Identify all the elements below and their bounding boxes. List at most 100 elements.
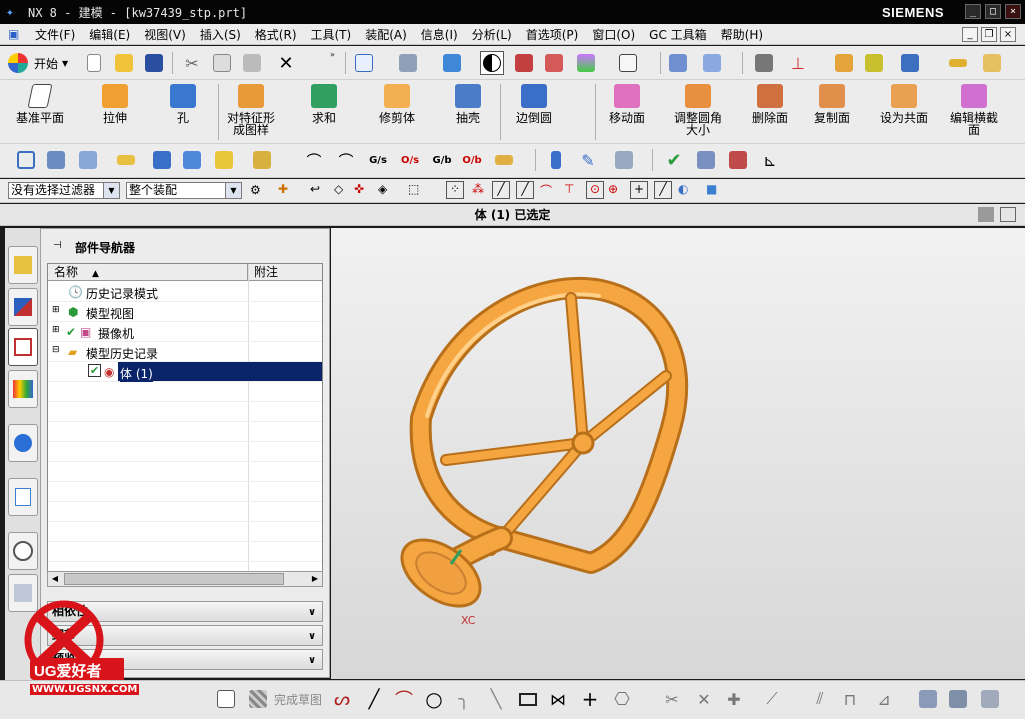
table-icon[interactable]: [212, 148, 236, 172]
chevron-down-icon[interactable]: ∨: [304, 651, 320, 668]
draft-icon[interactable]: [980, 51, 1004, 75]
hammer-icon[interactable]: [150, 148, 174, 172]
pan-icon[interactable]: [396, 51, 420, 75]
circle-icon[interactable]: ○: [422, 687, 446, 711]
reuse-library-tab[interactable]: [8, 370, 38, 408]
snap-intersection-icon[interactable]: ⊤: [564, 182, 574, 196]
menu-file[interactable]: 文件(F): [28, 26, 82, 43]
expression-icon[interactable]: [250, 148, 274, 172]
snap-point-on-curve-icon[interactable]: +: [630, 181, 648, 199]
snap-bounded-icon[interactable]: ╱: [654, 181, 672, 199]
pin-icon[interactable]: ⊣: [53, 240, 62, 251]
move-face-button[interactable]: 移动面: [605, 84, 649, 124]
feature-edit-icon[interactable]: [180, 148, 204, 172]
fit-view-icon[interactable]: [352, 51, 376, 75]
doc-restore-button[interactable]: ❐: [981, 27, 997, 42]
profile-icon[interactable]: ᔕ: [330, 687, 354, 711]
tool-icon[interactable]: [612, 148, 636, 172]
graphics-window[interactable]: XC: [331, 228, 1025, 679]
edit-section-button[interactable]: 编辑横截面: [946, 84, 1002, 136]
rectangle-icon[interactable]: [516, 687, 540, 711]
menu-gc-toolbox[interactable]: GC 工具箱: [642, 26, 714, 43]
menu-help[interactable]: 帮助(H): [714, 26, 770, 43]
mirror-icon[interactable]: ⟋: [760, 687, 784, 711]
pattern-feature-button[interactable]: 对特征形成图样: [222, 84, 280, 136]
axis-icon[interactable]: ⊾: [758, 148, 782, 172]
stack-icon[interactable]: [76, 148, 100, 172]
delete-face-button[interactable]: 删除面: [748, 84, 792, 124]
snap-icon[interactable]: [832, 51, 856, 75]
box-select-icon[interactable]: ⬚: [408, 182, 419, 196]
expand-icon[interactable]: ⊞: [52, 305, 60, 315]
assembly-nav-icon[interactable]: [14, 148, 38, 172]
background-icon[interactable]: [616, 51, 640, 75]
tree-row-model-views[interactable]: ⊞ ⬢ 模型视图: [48, 302, 322, 322]
menu-analysis[interactable]: 分析(L): [465, 26, 519, 43]
app-menu-icon[interactable]: ▣: [0, 27, 28, 41]
snap-surface-icon[interactable]: ◐: [678, 182, 688, 196]
corner-icon[interactable]: ✚: [722, 687, 746, 711]
make-coplanar-button[interactable]: 设为共面: [876, 84, 932, 124]
pencil-icon[interactable]: ✎: [576, 148, 600, 172]
save-icon[interactable]: [142, 51, 166, 75]
deviation-icon[interactable]: [492, 148, 516, 172]
paste-icon[interactable]: [240, 51, 264, 75]
route-icon[interactable]: [898, 51, 922, 75]
hd3d-tools-tab[interactable]: [8, 424, 38, 462]
menu-window[interactable]: 窗口(O): [585, 26, 642, 43]
snap-line-icon[interactable]: ╱: [492, 181, 510, 199]
render-style-icon[interactable]: [480, 51, 504, 75]
constraint-icon[interactable]: ⫽: [808, 687, 832, 711]
dimension-icon[interactable]: ⊓: [838, 687, 862, 711]
fullscreen-icon[interactable]: [1000, 207, 1016, 222]
column-header-notes[interactable]: 附注: [249, 264, 322, 281]
resize-blend-button[interactable]: 调整圆角大小: [672, 84, 724, 136]
menu-insert[interactable]: 插入(S): [193, 26, 248, 43]
hole-button[interactable]: 孔: [163, 84, 203, 124]
shell-button[interactable]: 抽壳: [448, 84, 488, 124]
assembly-scope-combo[interactable]: 整个装配 ▼: [126, 182, 242, 199]
scroll-left-icon[interactable]: ◀: [48, 572, 62, 586]
minimize-button[interactable]: _: [965, 4, 981, 19]
tag-icon[interactable]: [114, 148, 138, 172]
copy-face-button[interactable]: 复制面: [810, 84, 854, 124]
chevron-down-icon[interactable]: ∨: [304, 627, 320, 644]
sketch-view-icon[interactable]: [978, 687, 1002, 711]
structure-icon[interactable]: [694, 148, 718, 172]
part-navigator-tab[interactable]: [8, 328, 38, 366]
chamfer-icon[interactable]: ╲: [484, 687, 508, 711]
fillet-icon[interactable]: ╮: [452, 687, 476, 711]
sketch-settings-icon[interactable]: [916, 687, 940, 711]
layer-move-icon[interactable]: [666, 51, 690, 75]
start-button[interactable]: 开始 ▼: [8, 51, 78, 75]
model-body[interactable]: [331, 228, 1025, 679]
undo-select-icon[interactable]: ↩: [310, 182, 320, 196]
constraint-navigator-tab[interactable]: [8, 288, 38, 326]
snap-endpoint-icon[interactable]: ⁘: [446, 181, 464, 199]
extrude-button[interactable]: 拉伸: [92, 84, 138, 124]
cut-icon[interactable]: ✂: [180, 51, 204, 75]
ruler-icon[interactable]: [946, 51, 970, 75]
menu-tools[interactable]: 工具(T): [304, 26, 359, 43]
wcs-icon[interactable]: [752, 51, 776, 75]
status-icon[interactable]: [978, 207, 994, 222]
offset-icon[interactable]: ⎔: [610, 687, 634, 711]
close-button[interactable]: ×: [1005, 4, 1021, 19]
navigator-hscroll[interactable]: ◀ ▶: [47, 571, 323, 587]
trim-icon[interactable]: ✂: [660, 687, 684, 711]
point-icon[interactable]: +: [578, 687, 602, 711]
snap-control-icon[interactable]: ⌒: [540, 182, 552, 199]
selection-filter-combo[interactable]: 没有选择过滤器 ▼: [8, 182, 120, 199]
column-header-name[interactable]: 名称 ▲: [48, 264, 248, 281]
shaded-edges-icon[interactable]: [512, 51, 536, 75]
layers-icon[interactable]: [44, 148, 68, 172]
edge-blend-button[interactable]: 边倒圆: [510, 84, 558, 124]
menu-information[interactable]: 信息(I): [414, 26, 465, 43]
menu-format[interactable]: 格式(R): [248, 26, 304, 43]
open-folder-icon[interactable]: [112, 51, 136, 75]
menu-preferences[interactable]: 首选项(P): [519, 26, 586, 43]
trim-body-button[interactable]: 修剪体: [372, 84, 422, 124]
select-cube-icon[interactable]: ◇: [334, 182, 343, 196]
expand-icon[interactable]: ⊞: [52, 325, 60, 335]
sketch-icon[interactable]: [214, 687, 238, 711]
